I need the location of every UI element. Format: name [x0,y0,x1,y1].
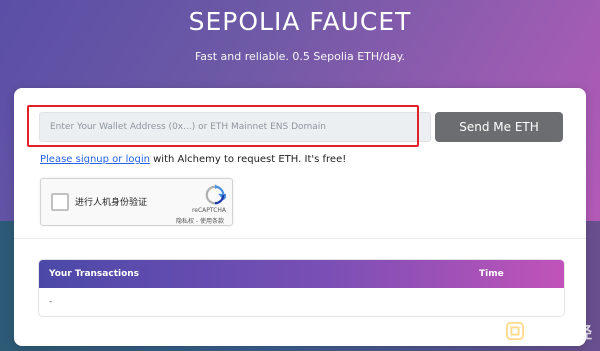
page-title: SEPOLIA FAUCET [188,7,412,36]
watermark-text: 金色财经 [527,323,592,342]
recaptcha-label: 进行人机身份验证 [75,198,148,208]
faucet-card: Send Me ETH Please signup or login with … [14,88,586,346]
transactions-table: Your Transactions Time - [38,259,565,317]
recaptcha-logo-icon [205,184,226,205]
wallet-address-input[interactable] [39,112,431,142]
hero: SEPOLIA FAUCET Fast and reliable. 0.5 Se… [0,8,600,64]
send-me-eth-button[interactable]: Send Me ETH [435,112,563,142]
page-subtitle: Fast and reliable. 0.5 Sepolia ETH/day. [194,50,406,63]
address-form: Send Me ETH [39,112,563,142]
transactions-column-header: Your Transactions [49,269,140,279]
divider [14,238,586,239]
recaptcha-terms-link[interactable]: 隐私权 - 使用条款 [176,216,224,225]
transactions-header: Your Transactions Time [39,260,564,288]
signup-message-text: with Alchemy to request ETH. It's free! [149,154,347,165]
watermark: 金色财经 [505,319,592,343]
watermark-logo-icon [505,322,524,340]
signup-message: Please signup or login with Alchemy to r… [40,153,346,166]
signup-login-link[interactable]: Please signup or login [40,154,150,165]
transactions-empty-row: - [49,297,53,307]
recaptcha-checkbox[interactable] [51,193,69,211]
time-column-header: Time [479,269,504,279]
recaptcha-brand: reCAPTCHA [191,207,226,214]
recaptcha-widget: 进行人机身份验证 reCAPTCHA 隐私权 - 使用条款 [40,178,233,226]
